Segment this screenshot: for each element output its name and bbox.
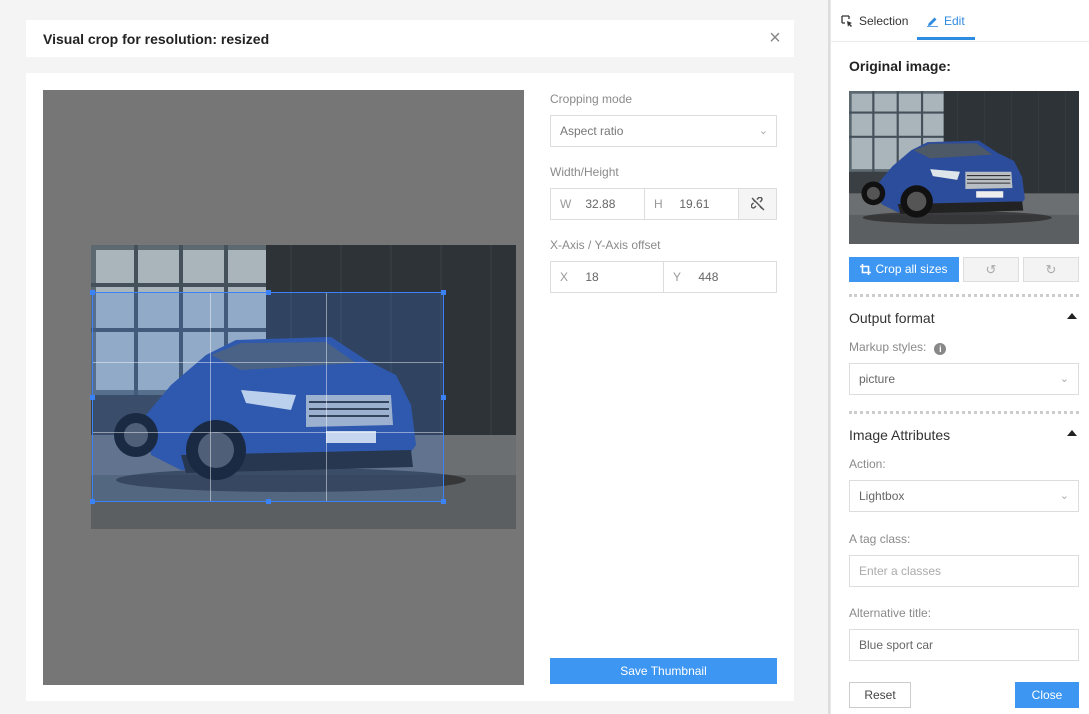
tab-edit[interactable]: Edit [927, 14, 965, 28]
crop-handle-s[interactable] [266, 499, 271, 504]
height-value: 19.61 [679, 197, 710, 211]
markup-styles-label: Markup styles: i [849, 340, 947, 355]
width-value: 32.88 [585, 197, 616, 211]
height-key: H [654, 197, 663, 211]
crop-handle-se[interactable] [441, 499, 446, 504]
output-format-header[interactable]: Output format [849, 310, 1079, 326]
cropping-mode-value: Aspect ratio [560, 124, 624, 138]
crop-settings-form: Cropping mode Aspect ratio ⌄ Width/Heigh… [550, 90, 777, 293]
collapse-caret-icon [1067, 313, 1077, 319]
action-value: Lightbox [859, 489, 905, 503]
width-field[interactable]: W 32.88 [551, 189, 644, 219]
offset-label: X-Axis / Y-Axis offset [550, 238, 661, 252]
y-key: Y [673, 270, 682, 284]
cropping-mode-select[interactable]: Aspect ratio ⌄ [550, 115, 777, 147]
x-offset-field[interactable]: X 18 [551, 262, 663, 292]
crop-handle-nw[interactable] [90, 290, 95, 295]
selection-icon [841, 15, 852, 27]
markup-styles-text: Markup styles: [849, 340, 927, 354]
crop-stage [43, 90, 524, 685]
crop-handle-e[interactable] [441, 395, 446, 400]
x-value: 18 [585, 270, 599, 284]
modal-body: Cropping mode Aspect ratio ⌄ Width/Heigh… [26, 73, 794, 701]
collapse-caret-icon [1067, 430, 1077, 436]
original-image-title: Original image: [849, 58, 951, 74]
section-divider [849, 411, 1079, 414]
tag-class-placeholder: Enter a classes [859, 564, 942, 578]
markup-styles-value: picture [859, 372, 896, 386]
crop-icon [860, 264, 872, 275]
width-height-fields: W 32.88 H 19.61 [550, 188, 777, 220]
x-key: X [560, 270, 569, 284]
rotate-left-icon: ↺ [985, 262, 997, 277]
section-divider [849, 294, 1079, 297]
crop-all-sizes-label: Crop all sizes [875, 262, 948, 276]
crop-handle-ne[interactable] [441, 290, 446, 295]
panel-tabs: Selection Edit [831, 0, 1089, 42]
modal-title: Visual crop for resolution: resized [43, 31, 270, 47]
close-button[interactable]: Close [1015, 682, 1079, 708]
original-image-thumbnail [849, 91, 1079, 244]
tab-active-indicator [917, 37, 975, 40]
crop-handle-w[interactable] [90, 395, 95, 400]
offset-fields: X 18 Y 448 [550, 261, 777, 293]
image-attributes-header[interactable]: Image Attributes [849, 427, 1079, 443]
crop-handle-sw[interactable] [90, 499, 95, 504]
tag-class-input[interactable]: Enter a classes [849, 555, 1079, 587]
alt-title-input[interactable]: Blue sport car [849, 629, 1079, 661]
crop-all-sizes-button[interactable]: Crop all sizes [849, 257, 959, 282]
crop-actions-row: Crop all sizes ↺ ↻ [849, 257, 1079, 282]
unlink-ratio-button[interactable] [738, 189, 776, 219]
save-thumbnail-button[interactable]: Save Thumbnail [550, 658, 777, 684]
chevron-down-icon: ⌄ [1059, 490, 1069, 502]
reset-button[interactable]: Reset [849, 682, 911, 708]
tag-class-label: A tag class: [849, 532, 911, 546]
action-select[interactable]: Lightbox ⌄ [849, 480, 1079, 512]
rotate-right-button[interactable]: ↻ [1023, 257, 1079, 282]
y-value: 448 [698, 270, 719, 284]
width-height-label: Width/Height [550, 165, 619, 179]
tab-selection-label: Selection [859, 14, 909, 28]
image-attributes-title: Image Attributes [849, 427, 951, 443]
chevron-down-icon: ⌄ [758, 125, 768, 137]
output-format-title: Output format [849, 310, 935, 326]
height-field[interactable]: H 19.61 [644, 189, 738, 219]
cropping-mode-label: Cropping mode [550, 92, 633, 106]
rotate-right-icon: ↻ [1045, 262, 1057, 277]
crop-selection-box[interactable] [90, 290, 446, 504]
tab-edit-label: Edit [944, 14, 965, 28]
action-label: Action: [849, 457, 886, 471]
alt-title-label: Alternative title: [849, 606, 932, 620]
right-panel: Selection Edit Original image: Crop all … [830, 0, 1089, 714]
tab-selection[interactable]: Selection [841, 14, 908, 28]
info-icon[interactable]: i [934, 343, 947, 355]
chevron-down-icon: ⌄ [1059, 373, 1069, 385]
alt-title-value: Blue sport car [859, 638, 934, 652]
y-offset-field[interactable]: Y 448 [663, 262, 776, 292]
unlink-icon [750, 197, 764, 211]
markup-styles-select[interactable]: picture ⌄ [849, 363, 1079, 395]
crop-handle-n[interactable] [266, 290, 271, 295]
width-key: W [560, 197, 572, 211]
pencil-icon [927, 17, 938, 27]
close-icon[interactable]: × [766, 28, 784, 48]
rotate-left-button[interactable]: ↺ [963, 257, 1019, 282]
modal-header: Visual crop for resolution: resized × [26, 20, 794, 57]
